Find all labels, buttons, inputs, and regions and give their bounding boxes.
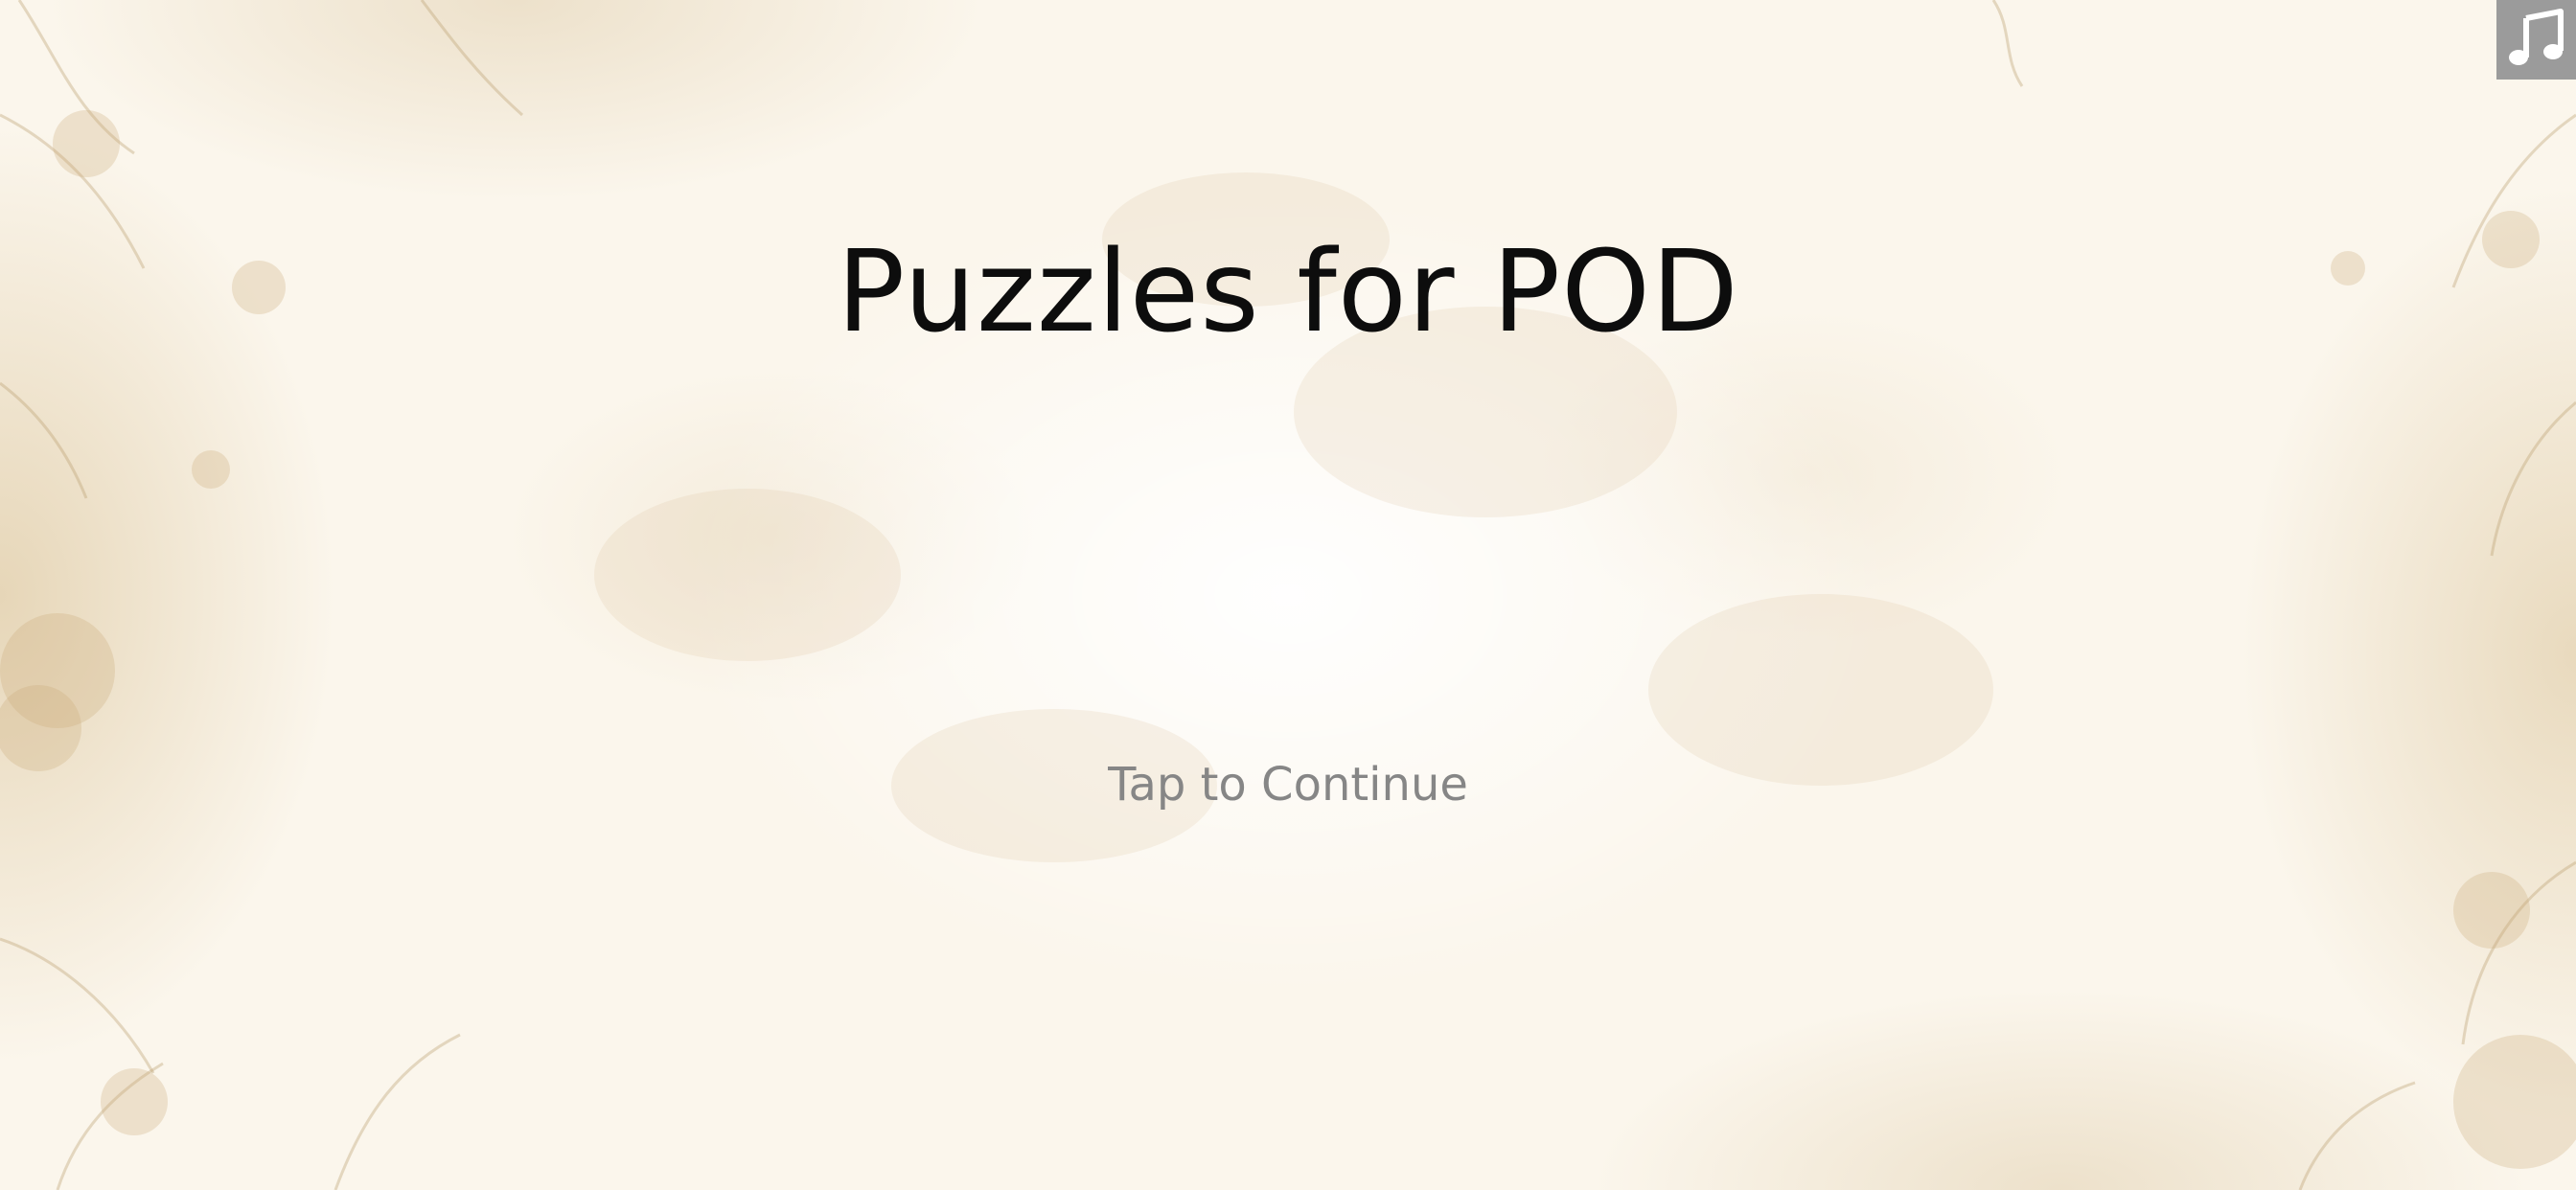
music-toggle-button[interactable] — [2496, 0, 2576, 80]
music-note-icon — [2505, 7, 2568, 74]
game-title: Puzzles for POD — [837, 225, 1739, 357]
tap-to-continue-prompt[interactable]: Tap to Continue — [0, 762, 2576, 808]
